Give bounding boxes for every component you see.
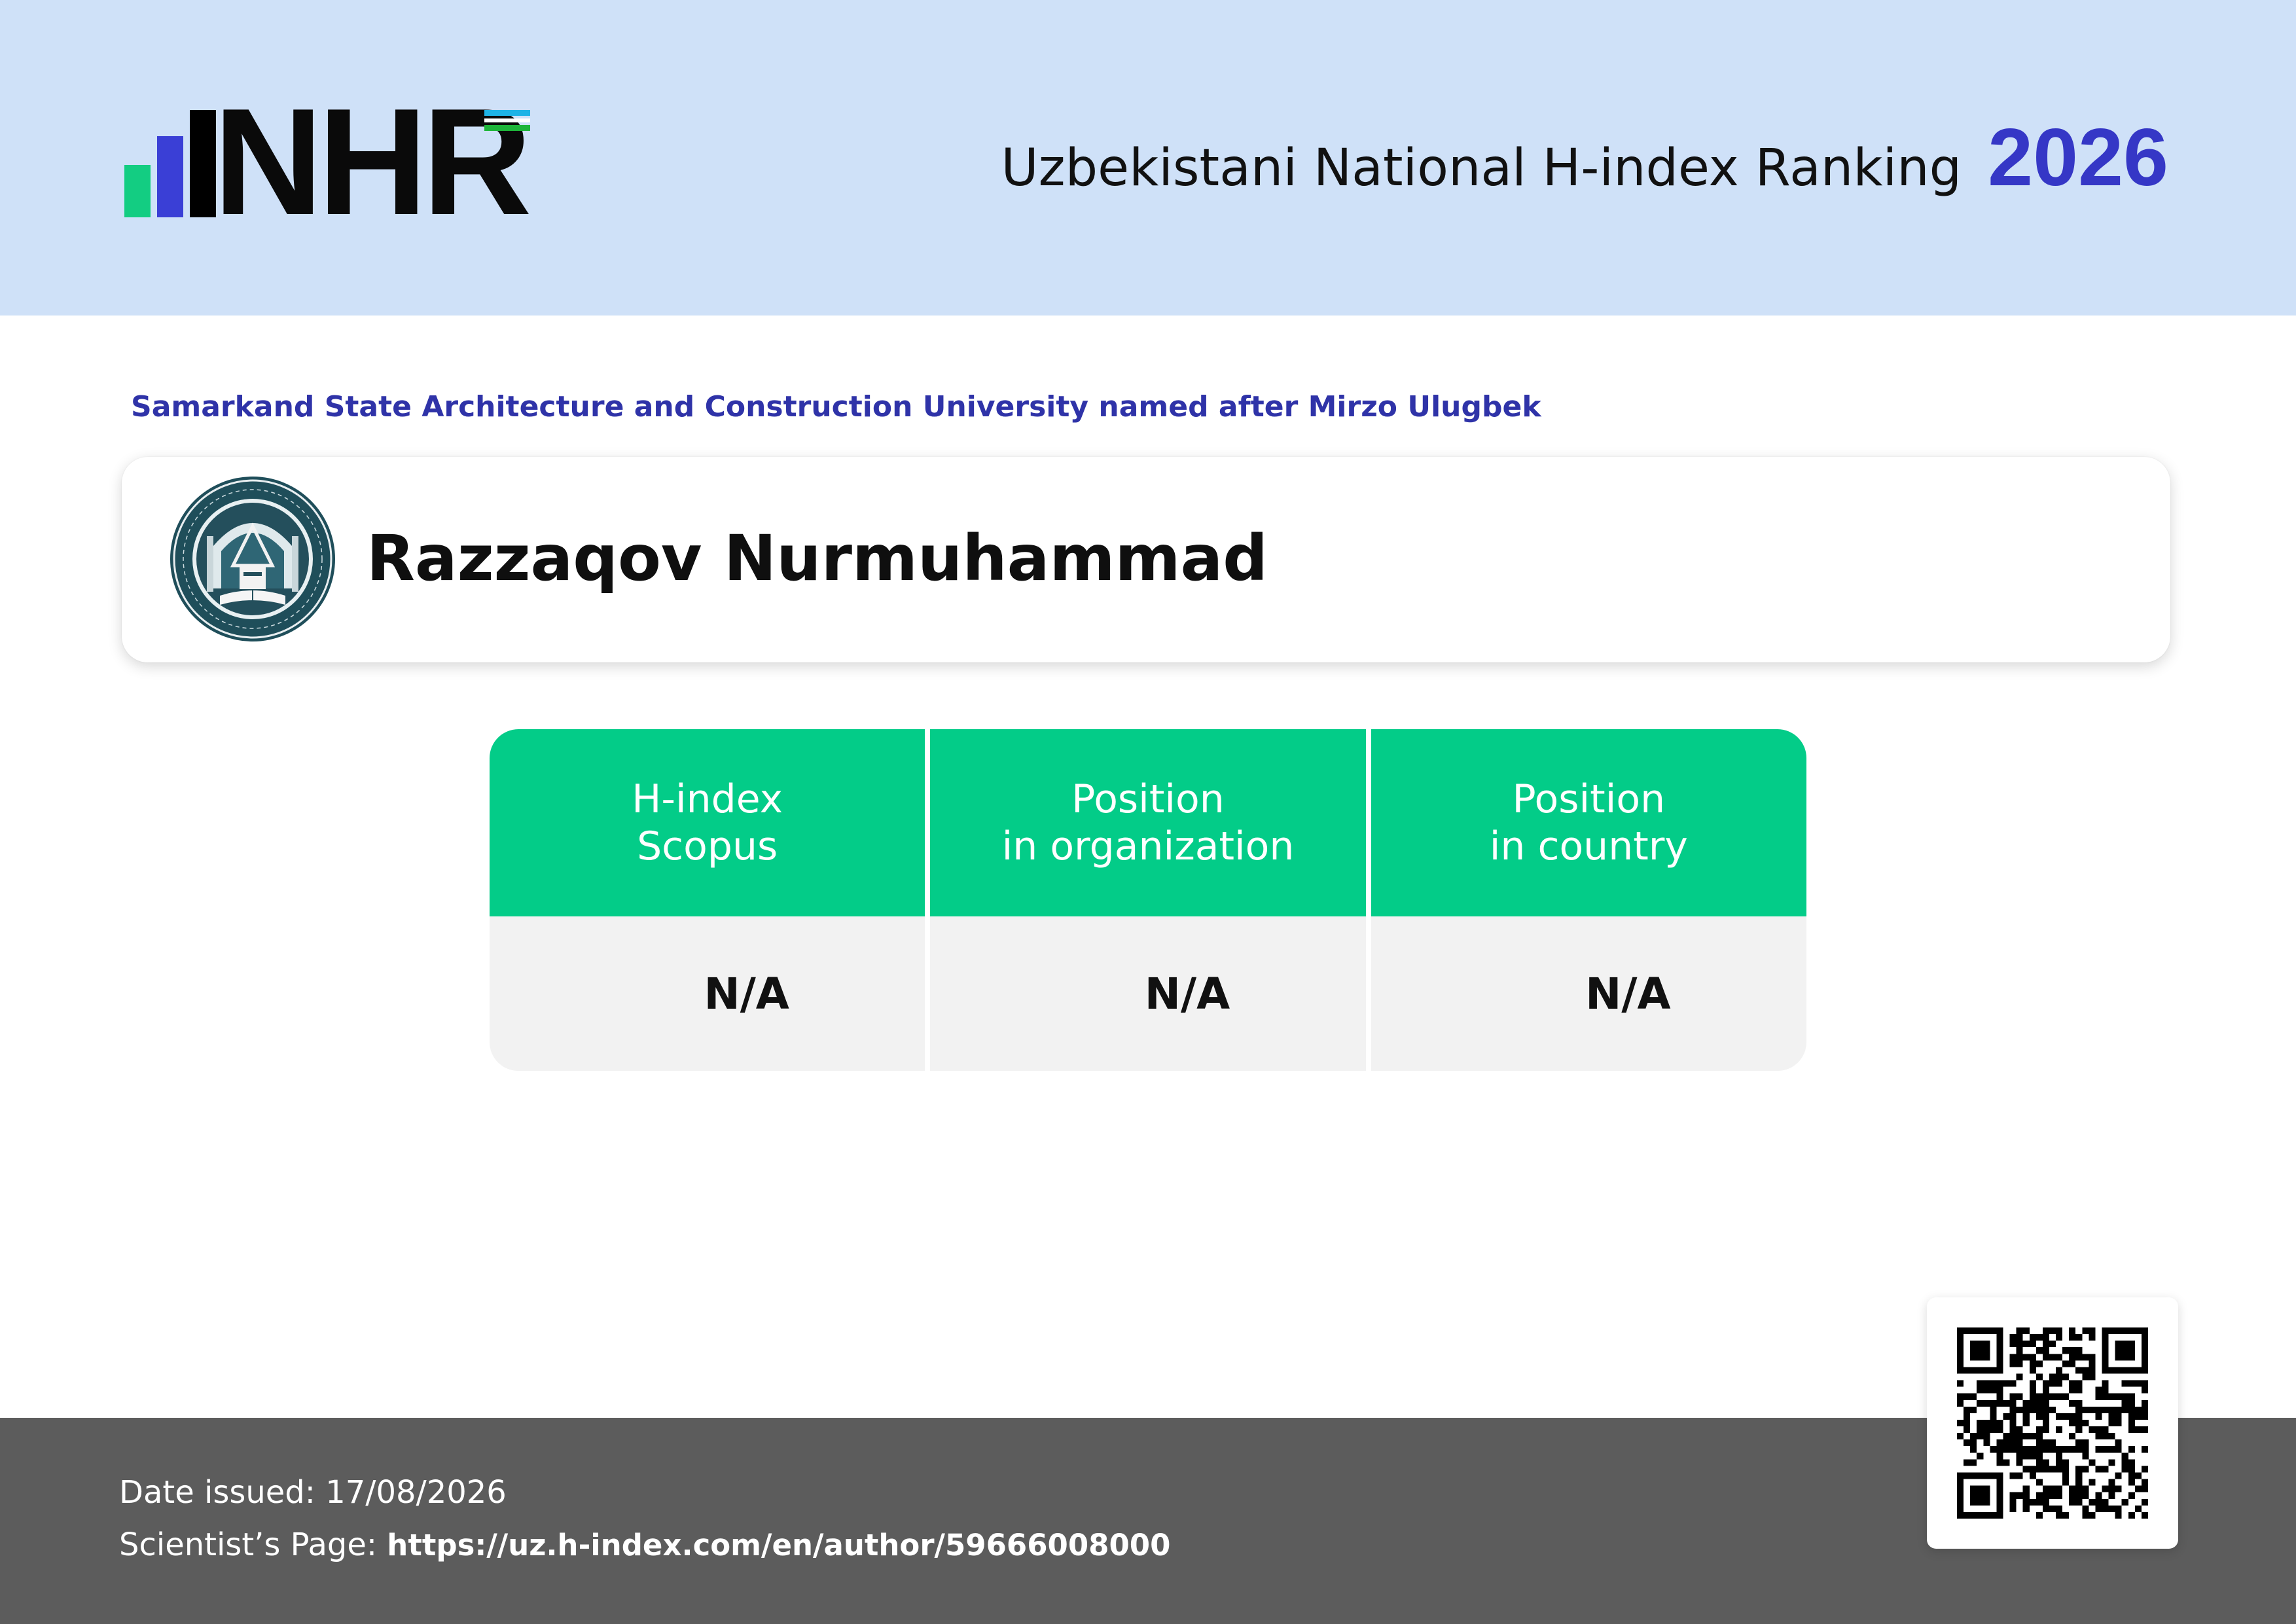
logo-text: NHR [213, 77, 532, 247]
qr-code-card[interactable] [1927, 1297, 2178, 1549]
scientist-page-line: Scientist’s Page: https://uz.h-index.com… [119, 1526, 1170, 1563]
ranking-title: Uzbekistani National H-index Ranking [1001, 139, 1962, 198]
logo-bar-green [124, 165, 151, 217]
date-issued: Date issued: 17/08/2026 [119, 1474, 507, 1511]
person-name: Razzaqov Nurmuhammad [367, 522, 1268, 595]
stats-table: H-index Scopus N/A Position in organizat… [490, 729, 1806, 1071]
country-position-value: N/A [1585, 968, 1671, 1019]
ranking-year: 2026 [1988, 113, 2168, 203]
country-position-value-cell: N/A [1371, 916, 1806, 1071]
person-card: Razzaqov Nurmuhammad [122, 457, 2170, 662]
org-position-label-line1: Position [1071, 776, 1225, 822]
org-position-label-line2: in organization [1001, 823, 1295, 869]
h-index-column: H-index Scopus N/A [490, 729, 925, 1071]
qr-code-icon [1957, 1327, 2148, 1519]
header-title: Uzbekistani National H-index Ranking 202… [1001, 111, 2168, 203]
header-banner: NHR Uzbekistani National H-index Ranking… [0, 0, 2296, 316]
organization-name: Samarkand State Architecture and Constru… [131, 390, 1541, 424]
org-position-value-cell: N/A [930, 916, 1366, 1071]
h-index-label-line1: H-index [632, 776, 783, 822]
org-position-column: Position in organization N/A [930, 729, 1366, 1071]
country-position-label-line2: in country [1489, 823, 1688, 869]
country-position-header: Position in country [1371, 729, 1806, 916]
uzbekistan-flag-icon [484, 110, 530, 134]
h-index-header: H-index Scopus [490, 729, 925, 916]
country-position-column: Position in country N/A [1371, 729, 1806, 1071]
org-position-header: Position in organization [930, 729, 1366, 916]
logo-bar-black [190, 110, 216, 217]
country-position-label-line1: Position [1512, 776, 1666, 822]
scientist-page-label: Scientist’s Page: [119, 1526, 378, 1563]
university-seal-icon [168, 474, 338, 644]
nhr-logo: NHR [124, 86, 543, 238]
scientist-page-link[interactable]: https://uz.h-index.com/en/author/5966600… [387, 1528, 1170, 1562]
h-index-label-line2: Scopus [637, 823, 778, 869]
h-index-value-cell: N/A [490, 916, 925, 1071]
logo-bar-blue [157, 136, 183, 217]
h-index-value: N/A [704, 968, 789, 1019]
org-position-value: N/A [1144, 968, 1230, 1019]
